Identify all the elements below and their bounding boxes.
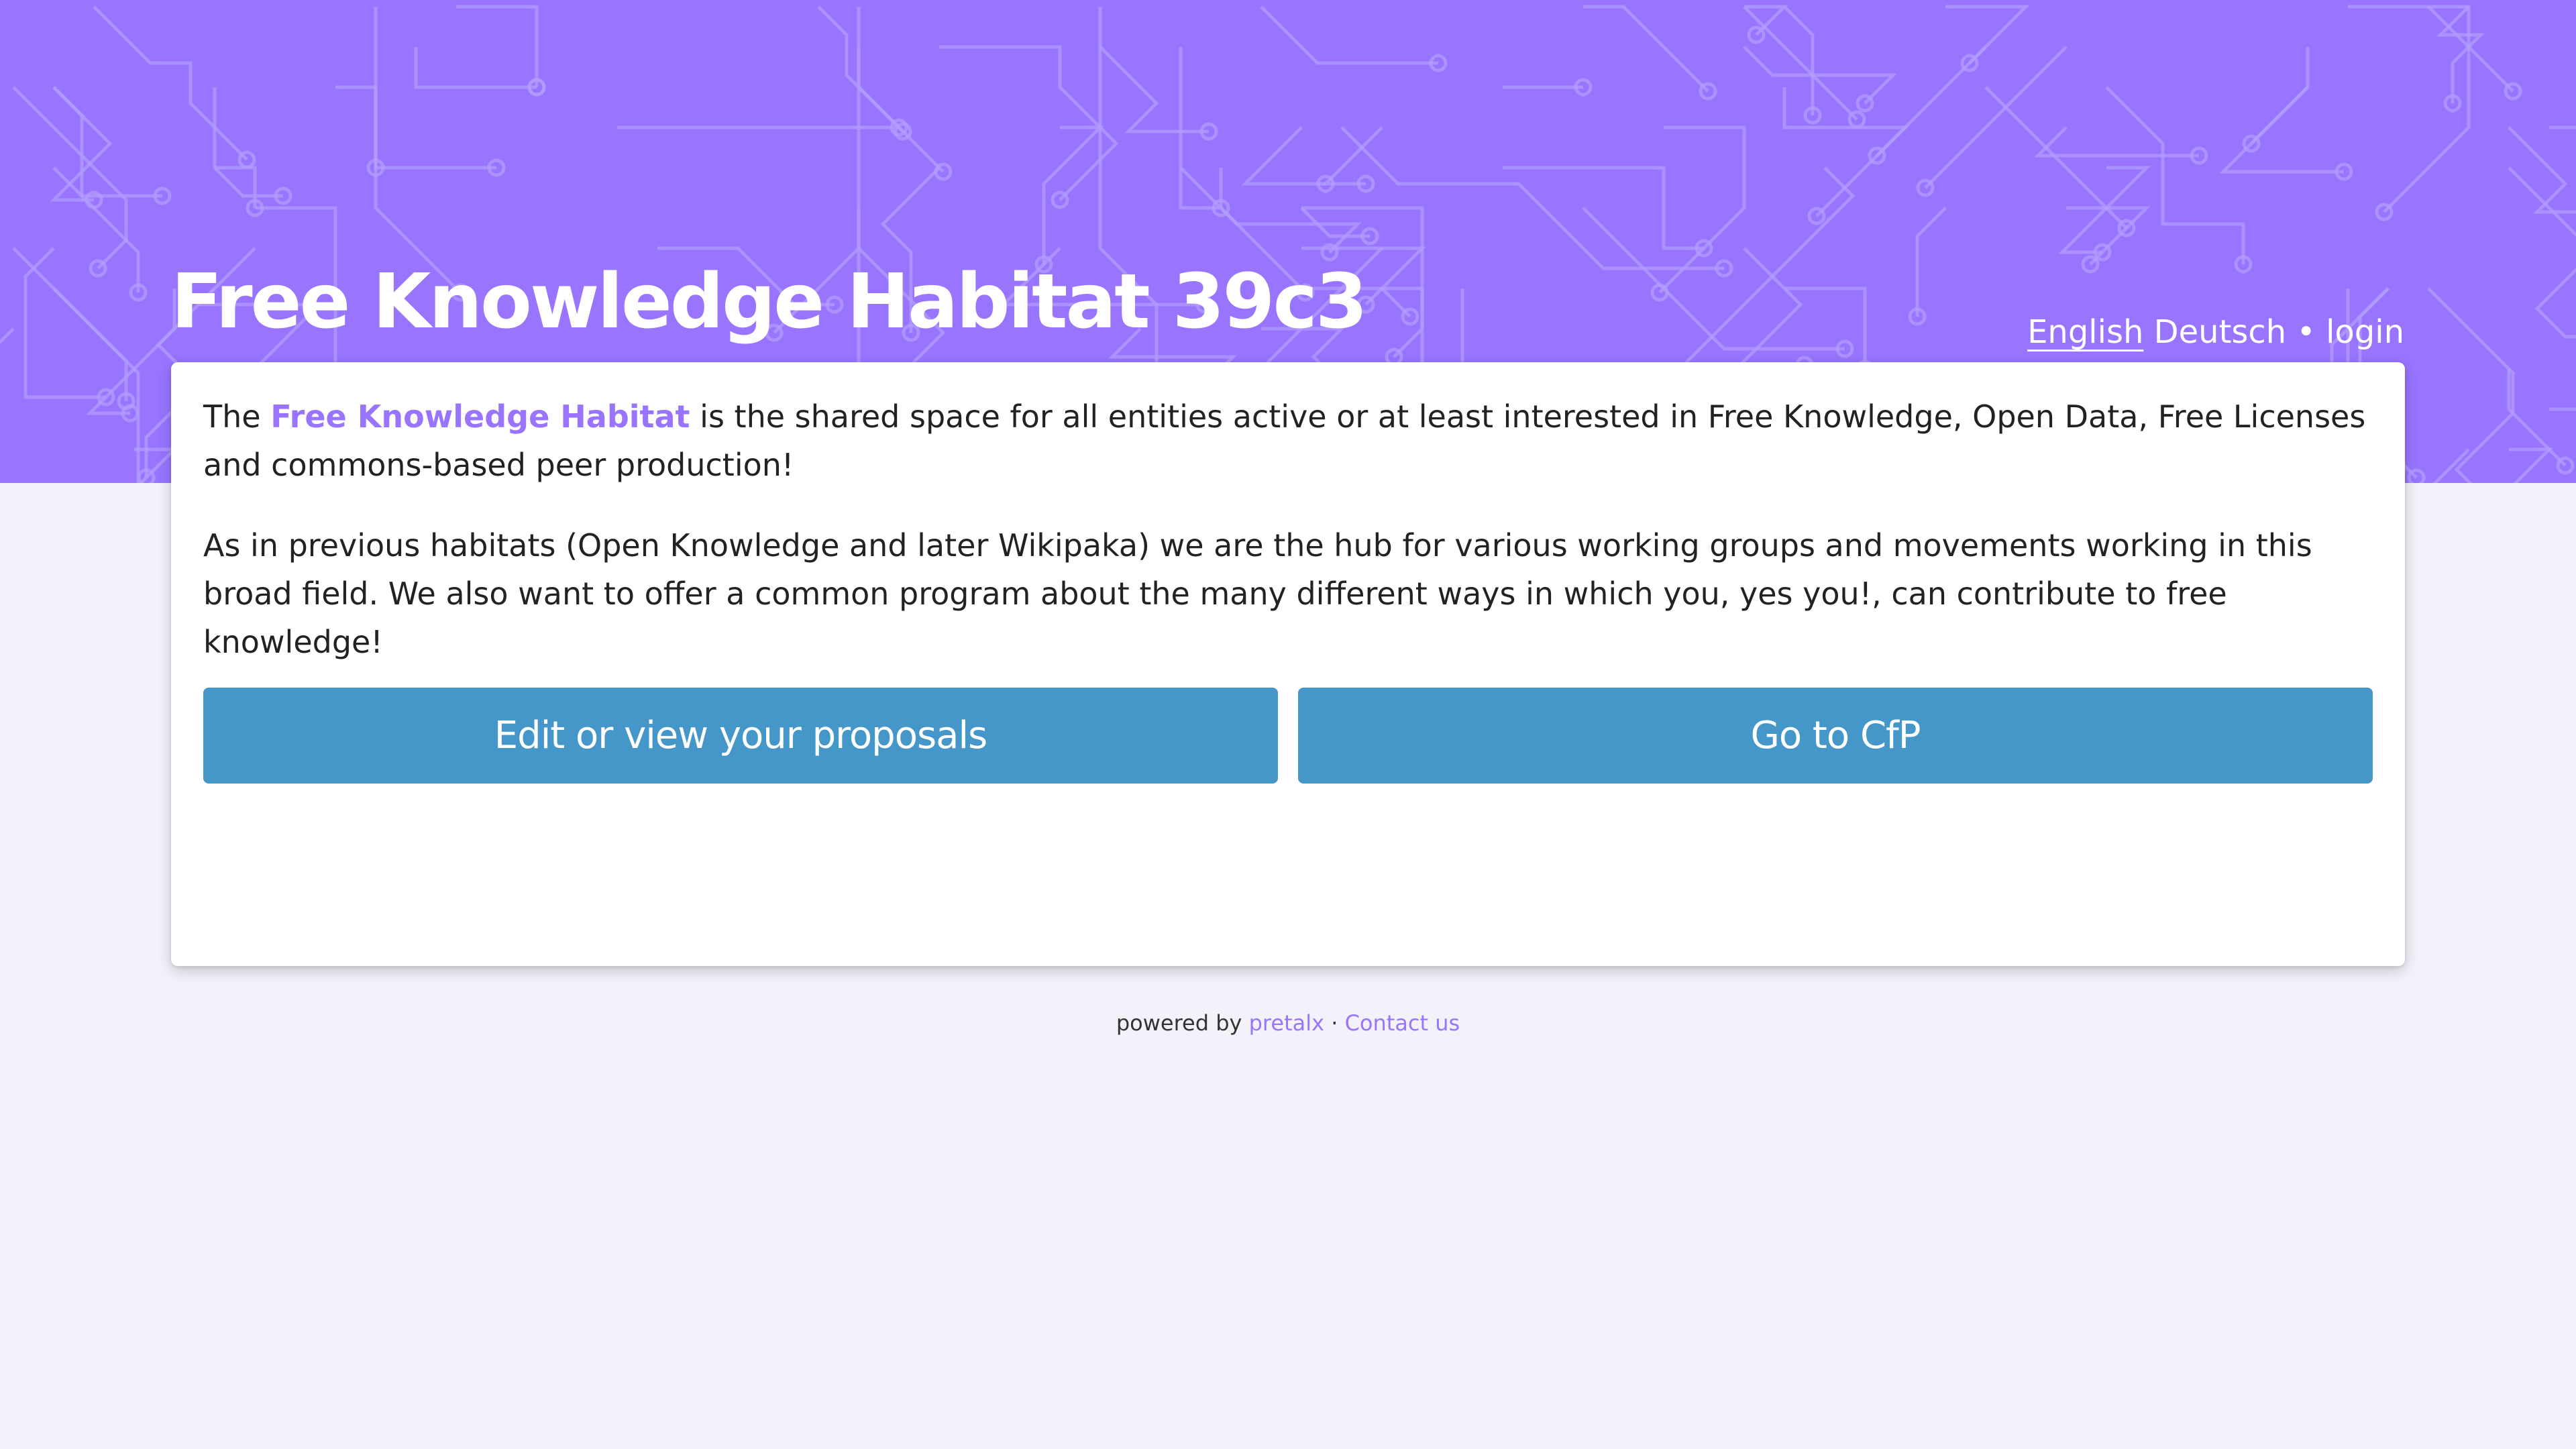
contact-us-link[interactable]: Contact us [1345, 1010, 1460, 1036]
footer: powered by pretalx · Contact us [0, 1006, 2576, 1040]
main-card: The Free Knowledge Habitat is the shared… [171, 362, 2405, 966]
edit-proposals-button[interactable]: Edit or view your proposals [203, 688, 1278, 784]
language-deutsch-link[interactable]: Deutsch [2154, 313, 2287, 351]
language-english-link[interactable]: English [2027, 313, 2143, 351]
intro-prefix: The [203, 398, 271, 435]
footer-separator: · [1324, 1010, 1345, 1036]
login-link[interactable]: login [2326, 313, 2404, 351]
page: Free Knowledge Habitat 39c3 English Deut… [0, 0, 2576, 1449]
pretalx-link[interactable]: pretalx [1249, 1010, 1324, 1036]
powered-by-text: powered by [1116, 1010, 1249, 1036]
free-knowledge-habitat-link[interactable]: Free Knowledge Habitat [270, 398, 690, 435]
intro-paragraph-1: The Free Knowledge Habitat is the shared… [203, 392, 2373, 489]
go-to-cfp-button[interactable]: Go to CfP [1298, 688, 2373, 784]
separator-dot: • [2296, 313, 2316, 351]
action-buttons: Edit or view your proposals Go to CfP [203, 688, 2373, 784]
event-title: Free Knowledge Habitat 39c3 [171, 258, 1368, 345]
intro-paragraph-2: As in previous habitats (Open Knowledge … [203, 527, 2312, 660]
header-links: English Deutsch • login [2027, 305, 2404, 359]
